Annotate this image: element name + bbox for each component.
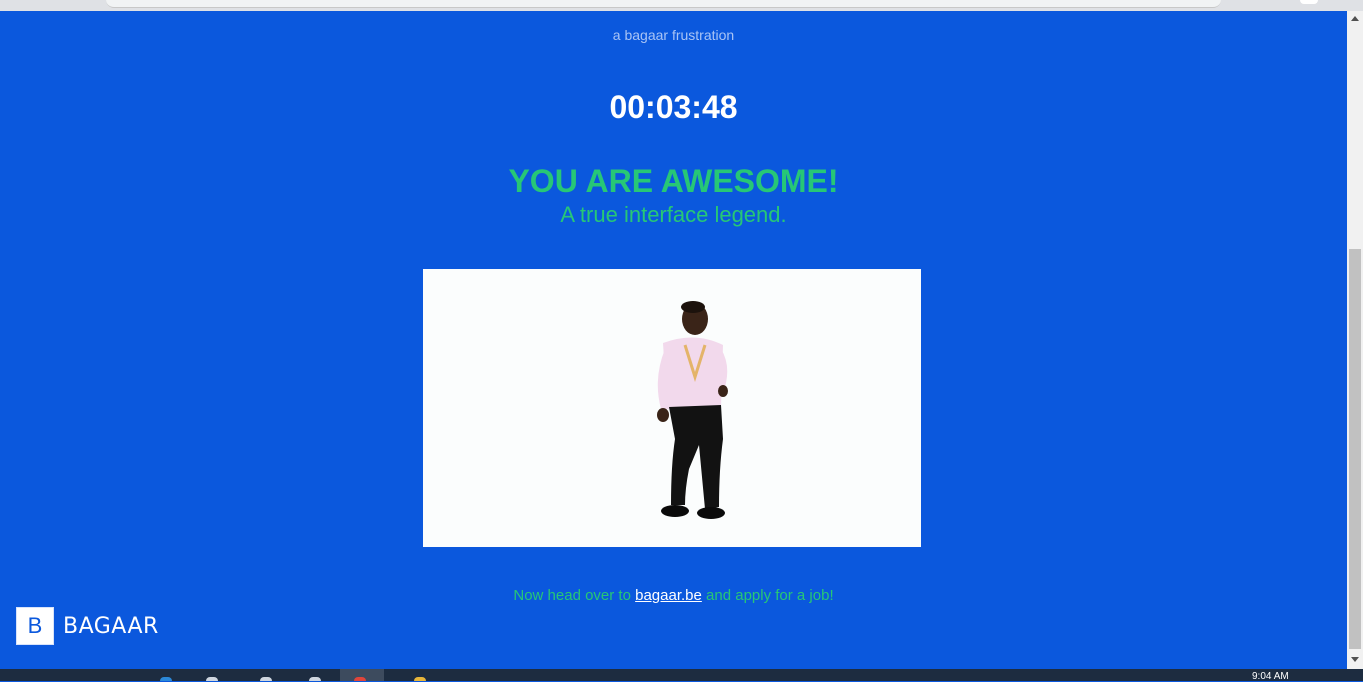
store-icon[interactable] <box>260 677 272 681</box>
page-subtitle: a bagaar frustration <box>612 27 735 43</box>
footer-text-before: Now head over to <box>513 587 636 604</box>
scrollbar-thumb[interactable] <box>1349 249 1361 649</box>
vertical-scrollbar[interactable] <box>1347 11 1363 669</box>
edge-icon[interactable] <box>160 677 172 681</box>
app-icon[interactable] <box>309 677 321 681</box>
windows-taskbar: 9:04 AM <box>0 669 1363 682</box>
profile-icon[interactable] <box>1300 0 1318 4</box>
folder-icon[interactable] <box>206 677 218 681</box>
media-icon[interactable] <box>414 677 426 681</box>
dancing-man-gif <box>423 269 921 547</box>
taskbar-active-app[interactable] <box>340 669 384 681</box>
bagaar-logo-mark: B <box>16 607 54 645</box>
success-tagline: A true interface legend. <box>560 202 787 227</box>
bagaar-logo-word: BAGAAR <box>63 613 159 639</box>
chevron-down-icon[interactable] <box>1351 657 1359 662</box>
elapsed-timer: 00:03:48 <box>609 89 738 125</box>
address-bar[interactable] <box>106 0 1221 8</box>
apply-footer: Now head over to bagaar.be and apply for… <box>0 587 1347 604</box>
browser-top-bar <box>0 0 1363 11</box>
chevron-up-icon[interactable] <box>1351 16 1359 21</box>
footer-text-after: and apply for a job! <box>701 587 834 604</box>
success-headline: YOU ARE AWESOME! <box>508 163 839 199</box>
chrome-icon[interactable] <box>354 677 366 681</box>
page-content: a bagaar frustration 00:03:48 YOU ARE AW… <box>0 11 1347 669</box>
bagaar-logo[interactable]: B BAGAAR <box>16 607 159 645</box>
bagaar-link[interactable]: bagaar.be <box>635 587 702 604</box>
dancing-man-illustration <box>657 301 728 519</box>
